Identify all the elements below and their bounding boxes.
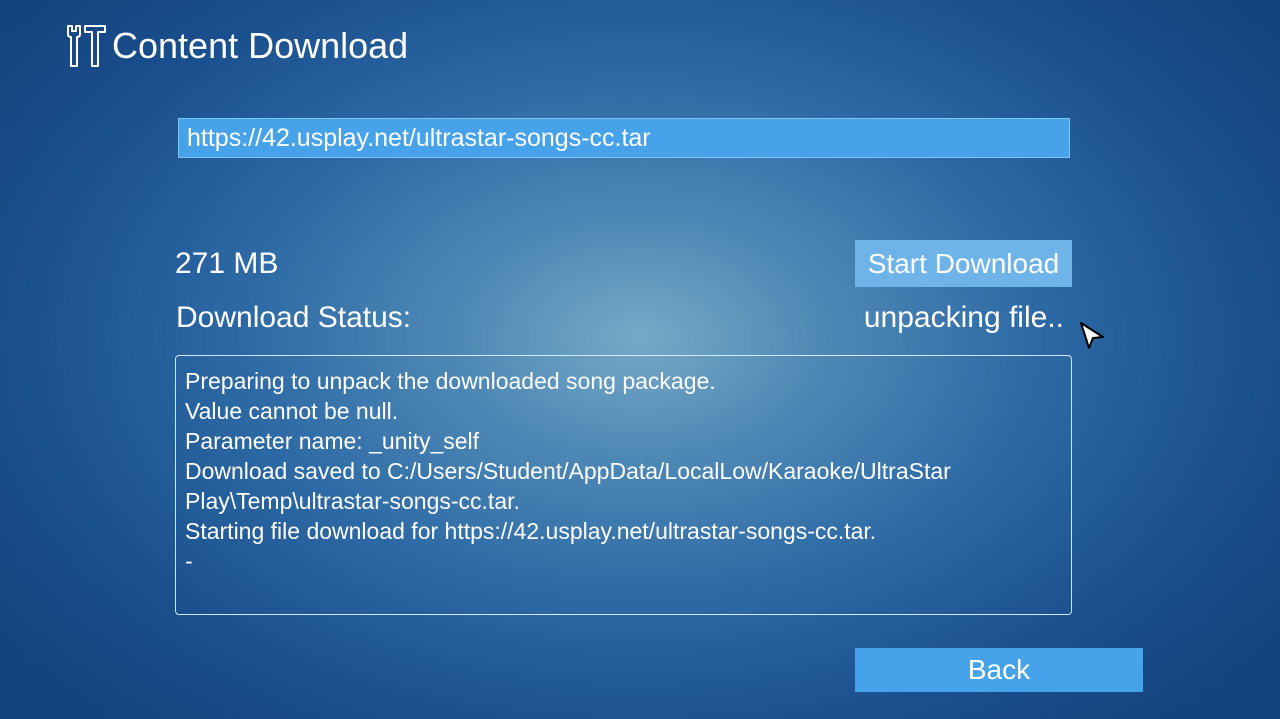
download-size-label: 271 MB	[175, 247, 279, 280]
back-button[interactable]: Back	[855, 648, 1143, 692]
url-input[interactable]	[178, 118, 1070, 158]
download-log[interactable]: Preparing to unpack the downloaded song …	[175, 355, 1072, 615]
tools-icon	[62, 22, 110, 70]
log-line: Parameter name: _unity_self	[185, 428, 480, 454]
log-line: Play\Temp\ultrastar-songs-cc.tar.	[185, 488, 520, 514]
log-line: Preparing to unpack the downloaded song …	[185, 368, 716, 394]
log-line: Value cannot be null.	[185, 398, 399, 424]
log-line: Starting file download for https://42.us…	[185, 518, 877, 544]
download-status-label: Download Status:	[176, 301, 412, 334]
log-line: -	[185, 548, 193, 574]
start-download-button[interactable]: Start Download	[855, 240, 1072, 287]
log-line: Download saved to C:/Users/Student/AppDa…	[185, 458, 951, 484]
page-header: Content Download	[62, 20, 408, 72]
mouse-cursor-icon	[1078, 320, 1108, 354]
page-title: Content Download	[112, 25, 409, 66]
download-status-value: unpacking file..	[863, 301, 1064, 334]
